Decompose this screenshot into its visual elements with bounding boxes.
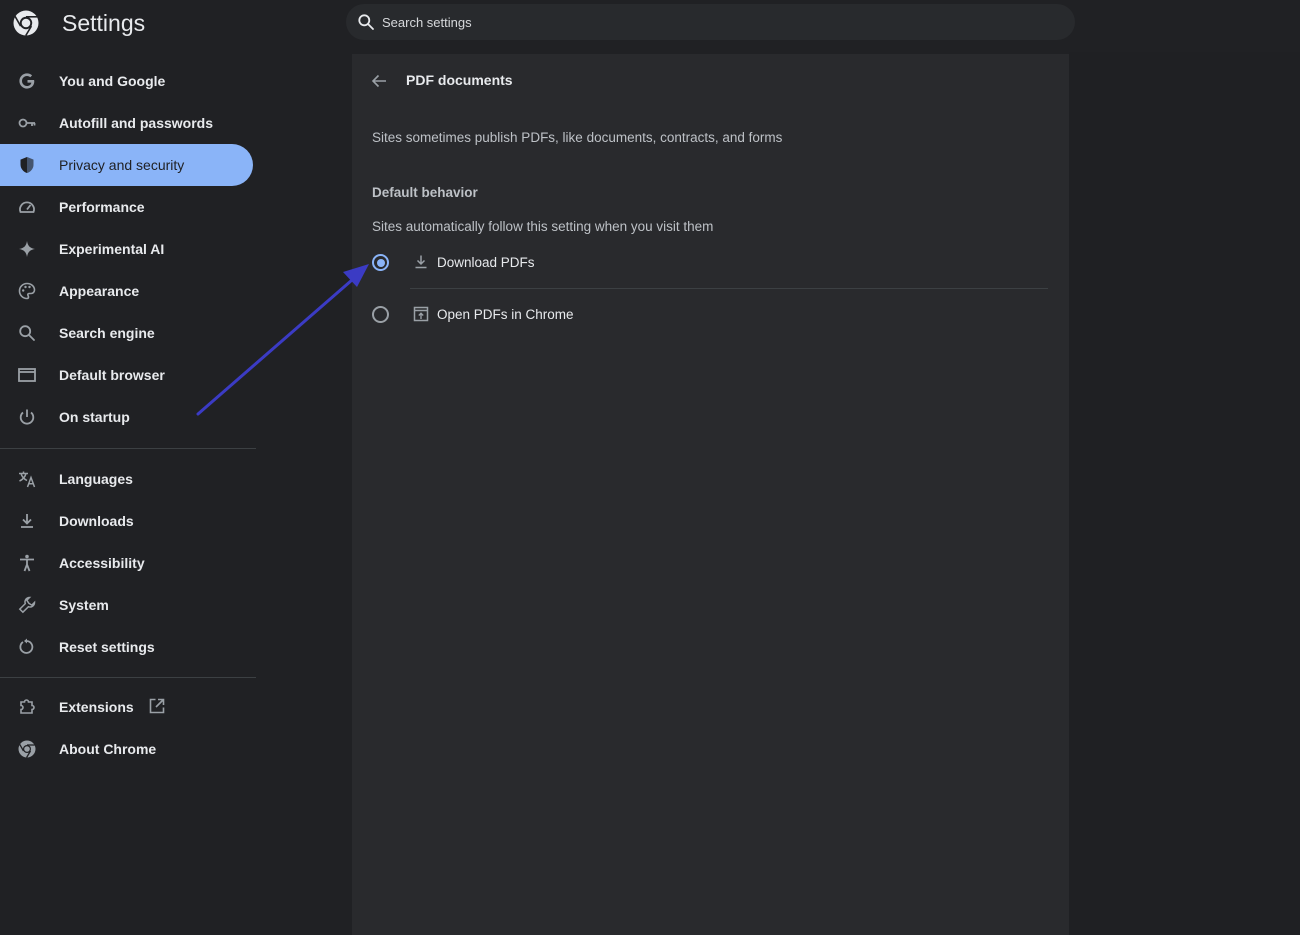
sidebar-item-privacy-and-security[interactable]: Privacy and security (0, 144, 253, 186)
browser-window-icon (17, 365, 37, 385)
sidebar-item-appearance[interactable]: Appearance (0, 270, 253, 312)
sidebar-item-about-chrome[interactable]: About Chrome (0, 728, 253, 770)
sidebar-item-label: Reset settings (59, 639, 155, 655)
sidebar-item-extensions[interactable]: Extensions (0, 686, 253, 728)
external-link-icon (149, 698, 165, 714)
sidebar-item-you-and-google[interactable]: You and Google (0, 60, 253, 102)
sidebar-item-performance[interactable]: Performance (0, 186, 253, 228)
sidebar-item-label: Performance (59, 199, 145, 215)
search-input[interactable] (380, 4, 1060, 40)
wrench-icon (17, 595, 37, 615)
sidebar-item-search-engine[interactable]: Search engine (0, 312, 253, 354)
sidebar-item-label: System (59, 597, 109, 613)
sidebar-item-label: Languages (59, 471, 133, 487)
key-icon (17, 113, 37, 133)
sidebar-divider (0, 448, 256, 449)
section-heading: Default behavior (372, 185, 478, 200)
top-bar: Settings (0, 0, 1300, 52)
palette-icon (17, 281, 37, 301)
sidebar-item-label: About Chrome (59, 741, 157, 757)
sidebar-item-reset-settings[interactable]: Reset settings (0, 626, 253, 668)
pdf-documents-card: PDF documents Sites sometimes publish PD… (352, 54, 1069, 935)
puzzle-icon (17, 697, 37, 717)
option-open-pdfs-in-chrome[interactable]: Open PDFs in Chrome (362, 295, 1052, 335)
sidebar-item-default-browser[interactable]: Default browser (0, 354, 253, 396)
page-description: Sites sometimes publish PDFs, like docum… (372, 130, 783, 145)
option-download-pdfs[interactable]: Download PDFs (362, 243, 1052, 283)
speedometer-icon (17, 197, 37, 217)
radio-button-selected[interactable] (372, 254, 389, 271)
power-icon (17, 407, 37, 427)
download-icon (415, 255, 427, 269)
sidebar-item-on-startup[interactable]: On startup (0, 396, 253, 438)
sidebar-item-label: Experimental AI (59, 241, 165, 257)
sidebar-item-accessibility[interactable]: Accessibility (0, 542, 253, 584)
right-empty-area (1069, 52, 1300, 935)
sparkle-icon (17, 239, 37, 259)
option-label: Open PDFs in Chrome (437, 307, 574, 322)
reset-icon (17, 637, 37, 657)
download-icon (17, 511, 37, 531)
open-in-browser-icon (413, 306, 429, 322)
sidebar-item-label: Autofill and passwords (59, 115, 214, 131)
sidebar-item-downloads[interactable]: Downloads (0, 500, 253, 542)
sidebar-item-experimental-ai[interactable]: Experimental AI (0, 228, 253, 270)
shield-icon (17, 155, 37, 175)
section-subtitle: Sites automatically follow this setting … (372, 219, 714, 234)
sidebar-item-label: Extensions (59, 699, 134, 715)
accessibility-icon (17, 553, 37, 573)
sidebar-item-label: Downloads (59, 513, 134, 529)
chrome-logo-icon (13, 10, 39, 36)
translate-icon (17, 469, 37, 489)
chrome-icon (17, 739, 37, 759)
google-g-icon (17, 71, 37, 91)
sidebar-item-label: Default browser (59, 367, 165, 383)
back-arrow-icon[interactable] (368, 70, 390, 92)
page-title: PDF documents (406, 72, 513, 88)
option-label: Download PDFs (437, 255, 535, 270)
sidebar-item-label: Accessibility (59, 555, 145, 571)
sidebar-divider (0, 677, 256, 678)
sidebar-item-label: You and Google (59, 73, 166, 89)
sidebar-item-label: Search engine (59, 325, 155, 341)
search-icon (358, 14, 374, 30)
sidebar-item-label: Appearance (59, 283, 140, 299)
sidebar-item-label: On startup (59, 409, 130, 425)
sidebar-item-languages[interactable]: Languages (0, 458, 253, 500)
app-title: Settings (62, 10, 146, 36)
sidebar-item-system[interactable]: System (0, 584, 253, 626)
search-icon (17, 323, 37, 343)
option-separator (410, 288, 1048, 289)
sidebar-item-label: Privacy and security (59, 157, 185, 173)
sidebar-item-autofill[interactable]: Autofill and passwords (0, 102, 253, 144)
sidebar: You and Google Autofill and passwords Pr… (0, 52, 262, 935)
search-bar[interactable] (346, 4, 1075, 40)
radio-button[interactable] (372, 306, 389, 323)
